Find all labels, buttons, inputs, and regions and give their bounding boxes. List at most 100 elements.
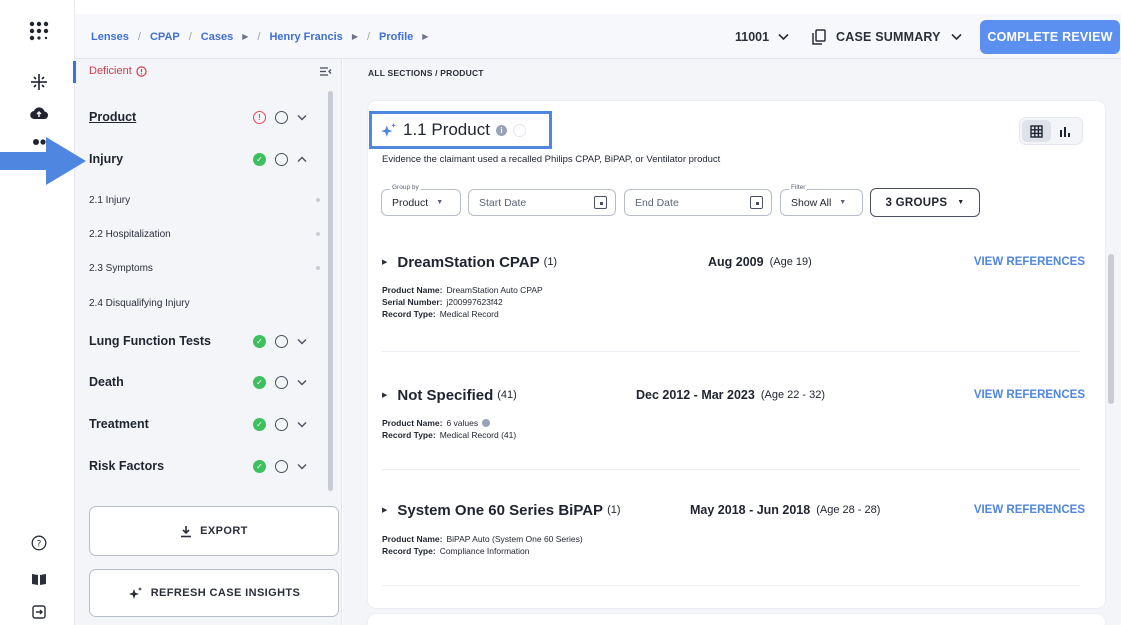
view-references-link[interactable]: VIEW REFERENCES xyxy=(974,252,1085,272)
chevron-right-icon[interactable]: ▶ xyxy=(352,32,358,41)
breadcrumb-cases[interactable]: Cases xyxy=(201,31,233,43)
sidebar-item-product[interactable]: Product ! xyxy=(89,107,329,127)
group-date: May 2018 - Jun 2018 xyxy=(690,503,811,517)
expand-triangle-icon[interactable]: ▶ xyxy=(382,391,387,399)
calendar-icon[interactable] xyxy=(594,196,607,209)
book-icon[interactable] xyxy=(29,569,49,589)
sidebar-item-label: Treatment xyxy=(89,417,149,431)
end-date-input[interactable]: End Date xyxy=(624,189,772,216)
case-id-select[interactable]: 11001 xyxy=(735,14,789,59)
group-by-value: Product xyxy=(392,196,429,209)
group-header[interactable]: ▶ DreamStation CPAP (1) xyxy=(382,252,557,272)
breadcrumb-cpap[interactable]: CPAP xyxy=(150,31,180,43)
sparkle-icon xyxy=(128,586,142,599)
chevron-up-icon[interactable] xyxy=(297,156,307,163)
calendar-icon[interactable] xyxy=(750,196,763,209)
detail-key: Product Name: xyxy=(382,418,443,428)
review-circle-icon[interactable] xyxy=(275,110,288,124)
expand-triangle-icon[interactable]: ▶ xyxy=(382,506,387,514)
sidebar-subitem-hospitalization[interactable]: 2.2 Hospitalization xyxy=(89,226,320,242)
detail-key: Product Name: xyxy=(382,534,443,544)
review-circle-icon[interactable] xyxy=(275,375,288,389)
sidebar-item-label: Risk Factors xyxy=(89,459,165,473)
refresh-label: REFRESH CASE INSIGHTS xyxy=(150,587,301,599)
sidebar-item-label: Death xyxy=(89,375,124,389)
view-references-link[interactable]: VIEW REFERENCES xyxy=(974,385,1085,405)
top-bar: Lenses / CPAP / Cases ▶ / Henry Francis … xyxy=(75,14,1121,59)
view-references-link[interactable]: VIEW REFERENCES xyxy=(974,500,1085,520)
sidebar-subitem-label: 2.3 Symptoms xyxy=(89,262,153,274)
status-dot xyxy=(316,266,320,270)
deficient-filter[interactable]: Deficient xyxy=(89,65,147,77)
group-header[interactable]: ▶ System One 60 Series BiPAP (1) xyxy=(382,500,621,520)
app-logo-icon[interactable] xyxy=(29,21,49,41)
sidebar-subitem-symptoms[interactable]: 2.3 Symptoms xyxy=(89,260,320,276)
main-scrollbar[interactable] xyxy=(1108,254,1114,404)
chevron-down-icon[interactable] xyxy=(297,421,307,428)
expand-triangle-icon[interactable]: ▶ xyxy=(382,258,387,266)
sidebar-item-death[interactable]: Death ✓ xyxy=(89,372,329,392)
groups-dropdown[interactable]: 3 GROUPS ▼ xyxy=(870,188,980,217)
deficient-status-icon: ! xyxy=(253,110,266,124)
sidebar-item-risk-factors[interactable]: Risk Factors ✓ xyxy=(89,456,329,476)
chevron-down-icon[interactable] xyxy=(297,463,307,470)
sidebar-subitem-disqualifying-injury[interactable]: 2.4 Disqualifying Injury xyxy=(89,295,319,311)
case-summary-select[interactable]: CASE SUMMARY xyxy=(812,14,962,59)
chevron-down-icon[interactable] xyxy=(297,379,307,386)
lenses-icon[interactable] xyxy=(29,72,49,92)
breadcrumb-lenses[interactable]: Lenses xyxy=(91,31,129,43)
detail-key: Product Name: xyxy=(382,285,443,295)
logout-icon[interactable] xyxy=(29,602,49,622)
breadcrumb-separator: / xyxy=(366,30,371,43)
caret-down-icon: ▼ xyxy=(957,199,965,206)
complete-review-button[interactable]: COMPLETE REVIEW xyxy=(980,20,1120,54)
sidebar-subitem-label: 2.4 Disqualifying Injury xyxy=(89,297,190,309)
group-detail-row: Product Name: DreamStation Auto CPAP xyxy=(382,285,543,295)
breadcrumb-profile[interactable]: Profile xyxy=(379,31,413,43)
filter-select[interactable]: Filter Show All ▼ xyxy=(780,184,863,216)
breadcrumb-separator: / xyxy=(188,30,192,43)
export-button[interactable]: EXPORT xyxy=(89,506,339,556)
group-age: (Age 19) xyxy=(769,256,812,268)
group-name: DreamStation CPAP xyxy=(397,253,540,271)
chevron-down-icon[interactable] xyxy=(297,114,307,121)
help-icon[interactable]: ? xyxy=(29,533,49,553)
detail-value: Compliance Information xyxy=(439,546,530,556)
start-date-input[interactable]: Start Date xyxy=(468,189,616,216)
cloud-upload-icon[interactable] xyxy=(29,103,49,123)
group-detail-row: Record Type: Medical Record (41) xyxy=(382,430,516,440)
sidebar-item-injury[interactable]: Injury ✓ xyxy=(89,149,329,169)
case-summary-label: CASE SUMMARY xyxy=(836,29,941,44)
section-sidebar: Deficient Product ! Injury ✓ 2.1 Injury … xyxy=(73,59,342,625)
review-circle-icon[interactable] xyxy=(275,417,288,431)
sidebar-subitem-injury[interactable]: 2.1 Injury xyxy=(89,192,320,208)
review-circle-icon[interactable] xyxy=(275,459,288,473)
group-header[interactable]: ▶ Not Specified (41) xyxy=(382,385,517,405)
active-indicator xyxy=(73,61,76,83)
group-count: (41) xyxy=(497,389,517,401)
info-icon[interactable]: i xyxy=(495,124,507,136)
chevron-down-icon[interactable] xyxy=(297,338,307,345)
download-icon xyxy=(181,525,192,537)
chevron-right-icon[interactable]: ▶ xyxy=(422,32,428,41)
info-icon[interactable] xyxy=(482,419,491,427)
sidebar-item-treatment[interactable]: Treatment ✓ xyxy=(89,414,329,434)
detail-key: Record Type: xyxy=(382,430,436,440)
copy-icon xyxy=(812,28,826,45)
grid-view-icon[interactable] xyxy=(1022,120,1051,142)
breadcrumb-claimant[interactable]: Henry Francis xyxy=(269,31,342,43)
refresh-case-insights-button[interactable]: REFRESH CASE INSIGHTS xyxy=(89,569,339,617)
review-circle-icon[interactable] xyxy=(275,152,288,166)
sidebar-item-lung-function-tests[interactable]: Lung Function Tests ✓ xyxy=(89,331,329,351)
group-detail-row: Product Name: BiPAP Auto (System One 60 S… xyxy=(382,534,583,544)
chevron-right-icon[interactable]: ▶ xyxy=(242,32,248,41)
main-content: ALL SECTIONS / PRODUCT 1.1 Product i Evi… xyxy=(343,59,1121,625)
group-by-select[interactable]: Group by Product ▼ xyxy=(381,184,461,216)
collapse-sidebar-icon[interactable] xyxy=(319,66,332,80)
groups-label: 3 GROUPS xyxy=(885,196,948,209)
group-divider xyxy=(382,469,1080,470)
group-name: System One 60 Series BiPAP xyxy=(397,501,604,519)
review-circle-icon[interactable] xyxy=(275,334,288,348)
chart-view-icon[interactable] xyxy=(1051,120,1080,142)
check-circle-icon: ✓ xyxy=(253,375,266,389)
